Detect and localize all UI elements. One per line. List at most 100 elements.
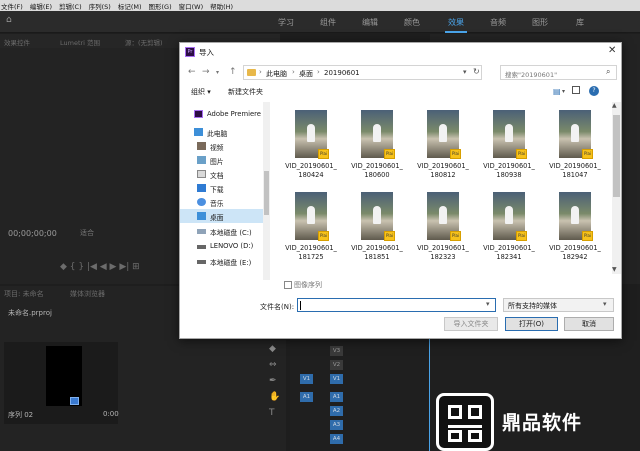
file-name: VID_20190601_ <box>285 162 337 170</box>
file-item[interactable]: Plai VID_20190601_ 181725 <box>278 187 344 269</box>
file-item[interactable]: Plai VID_20190601_ 180938 <box>476 105 542 187</box>
navigation-scrollbar-thumb[interactable] <box>264 171 269 215</box>
close-icon[interactable]: ✕ <box>608 45 616 56</box>
file-item[interactable]: Plai VID_20190601_ 181851 <box>344 187 410 269</box>
image-sequence-checkbox[interactable] <box>284 281 292 289</box>
file-item[interactable]: Plai VID_20190601_ 182323 <box>410 187 476 269</box>
file-item-partial[interactable] <box>476 269 542 274</box>
track-a2[interactable]: A2 <box>330 406 343 416</box>
source-patch-a1[interactable]: A1 <box>300 392 313 402</box>
source-transport-controls[interactable]: ◆ { } |◀ ◀ ▶ ▶| ⊞ <box>60 262 140 272</box>
razor-icon[interactable]: ◆ <box>269 344 276 354</box>
nav-item-videos[interactable]: 视频 <box>180 139 264 153</box>
file-item[interactable]: Plai VID_20190601_ 180600 <box>344 105 410 187</box>
file-item[interactable]: Plai VID_20190601_ 180812 <box>410 105 476 187</box>
workspace-color[interactable]: 颜色 <box>404 17 420 28</box>
file-item-partial[interactable] <box>410 269 476 274</box>
pen-icon[interactable]: ✒ <box>269 376 277 386</box>
workspace-bar: ⌂ 学习 组件 编辑 颜色 效果 音频 图形 库 <box>0 11 640 33</box>
refresh-icon[interactable]: ↻ <box>473 67 480 76</box>
nav-item-label: 此电脑 <box>207 130 228 138</box>
view-dropdown-icon[interactable]: ▾ <box>562 88 565 95</box>
breadcrumb-folder[interactable]: 20190601 <box>324 69 360 77</box>
source-fit-select[interactable]: 适合 <box>80 228 94 238</box>
nav-item-documents[interactable]: 文档 <box>180 167 264 181</box>
workspace-learn[interactable]: 学习 <box>278 17 294 28</box>
help-icon[interactable]: ? <box>589 86 599 96</box>
filename-dropdown-icon[interactable]: ▾ <box>486 300 490 308</box>
back-icon[interactable]: ← <box>188 67 196 77</box>
nav-item-pictures[interactable]: 图片 <box>180 153 264 167</box>
source-timecode[interactable]: 00;00;00;00 <box>8 229 57 238</box>
tab-lumetri-scopes[interactable]: Lumetri 范围 <box>60 37 100 47</box>
scroll-down-icon[interactable]: ▼ <box>612 266 617 273</box>
menu-file[interactable]: 文件(F) <box>1 1 23 11</box>
scroll-up-icon[interactable]: ▲ <box>612 102 617 109</box>
menu-graphics[interactable]: 图形(G) <box>149 1 172 11</box>
nav-item-adobe-premiere[interactable]: Adobe Premiere <box>180 107 264 121</box>
breadcrumb-desktop[interactable]: 桌面 <box>299 69 313 79</box>
nav-item-desktop[interactable]: 桌面 <box>180 209 264 223</box>
breadcrumb-this-pc[interactable]: 此电脑 <box>266 69 287 79</box>
cancel-button[interactable]: 取消 <box>564 317 614 331</box>
open-button[interactable]: 打开(O) <box>505 317 558 331</box>
nav-item-drive-d[interactable]: LENOVO (D:) <box>180 239 264 253</box>
nav-item-downloads[interactable]: 下载 <box>180 181 264 195</box>
file-item[interactable]: Plai VID_20190601_ 182341 <box>476 187 542 269</box>
address-dropdown-icon[interactable]: ▾ <box>463 68 467 76</box>
file-item-partial[interactable] <box>542 269 608 274</box>
tab-effect-controls[interactable]: 效果控件 <box>4 37 30 47</box>
slip-icon[interactable]: ⇔ <box>269 360 277 370</box>
nav-item-label: 文档 <box>210 172 224 180</box>
workspace-libraries[interactable]: 库 <box>576 17 584 28</box>
new-folder-button[interactable]: 新建文件夹 <box>228 87 263 97</box>
import-folder-button[interactable]: 导入文件夹 <box>444 317 498 331</box>
tab-project[interactable]: 项目: 未命名 <box>4 289 44 299</box>
up-icon[interactable]: ↑ <box>229 67 237 77</box>
nav-item-music[interactable]: 音乐 <box>180 195 264 209</box>
file-item[interactable]: Plai VID_20190601_ 181047 <box>542 105 608 187</box>
address-bar[interactable]: › 此电脑 › 桌面 › 20190601 ▾ ↻ <box>243 65 482 80</box>
workspace-editing[interactable]: 编辑 <box>362 17 378 28</box>
view-options-icon[interactable]: ▤ <box>553 87 561 96</box>
workspace-effects[interactable]: 效果 <box>448 17 464 28</box>
track-a4[interactable]: A4 <box>330 434 343 444</box>
organize-button[interactable]: 组织 ▾ <box>191 87 211 97</box>
track-a3[interactable]: A3 <box>330 420 343 430</box>
sequence-duration: 0:00 <box>103 410 119 418</box>
forward-icon[interactable]: → <box>202 67 210 77</box>
track-v2[interactable]: V2 <box>330 360 343 370</box>
filename-input[interactable]: ▾ <box>297 298 496 312</box>
file-item-partial[interactable] <box>344 269 410 274</box>
preview-pane-icon[interactable] <box>572 86 580 94</box>
file-type-select[interactable]: 所有支持的媒体 ▾ <box>503 298 614 312</box>
track-v3[interactable]: V3 <box>330 346 343 356</box>
recent-locations-icon[interactable]: ▾ <box>216 69 219 76</box>
nav-item-drive-e[interactable]: 本地磁盘 (E:) <box>180 254 264 268</box>
search-input[interactable]: 搜索"20190601" ⌕ <box>500 65 617 80</box>
file-list-scrollbar-thumb[interactable] <box>613 115 620 197</box>
menu-window[interactable]: 窗口(W) <box>179 1 204 11</box>
tab-media-browser[interactable]: 媒体浏览器 <box>70 289 105 299</box>
menu-help[interactable]: 帮助(H) <box>210 1 233 11</box>
file-item[interactable]: Plai VID_20190601_ 180424 <box>278 105 344 187</box>
menu-clip[interactable]: 剪辑(C) <box>59 1 82 11</box>
menu-sequence[interactable]: 序列(S) <box>89 1 111 11</box>
track-v1[interactable]: V1 <box>330 374 343 384</box>
workspace-graphics[interactable]: 图形 <box>532 17 548 28</box>
source-patch-v1[interactable]: V1 <box>300 374 313 384</box>
timeline-playhead[interactable] <box>429 338 430 451</box>
nav-item-this-pc[interactable]: 此电脑 <box>180 125 264 139</box>
type-tool-icon[interactable]: T <box>269 408 275 418</box>
tab-source[interactable]: 源：(无剪辑) <box>125 37 163 47</box>
file-item-partial[interactable] <box>278 269 344 274</box>
hand-icon[interactable]: ✋ <box>269 392 280 402</box>
menu-edit[interactable]: 编辑(E) <box>30 1 52 11</box>
file-item[interactable]: Plai VID_20190601_ 182942 <box>542 187 608 269</box>
menu-marker[interactable]: 标记(M) <box>118 1 142 11</box>
workspace-assembly[interactable]: 组件 <box>320 17 336 28</box>
nav-item-drive-c[interactable]: 本地磁盘 (C:) <box>180 224 264 238</box>
home-icon[interactable]: ⌂ <box>6 15 12 25</box>
workspace-audio[interactable]: 音频 <box>490 17 506 28</box>
track-a1[interactable]: A1 <box>330 392 343 402</box>
